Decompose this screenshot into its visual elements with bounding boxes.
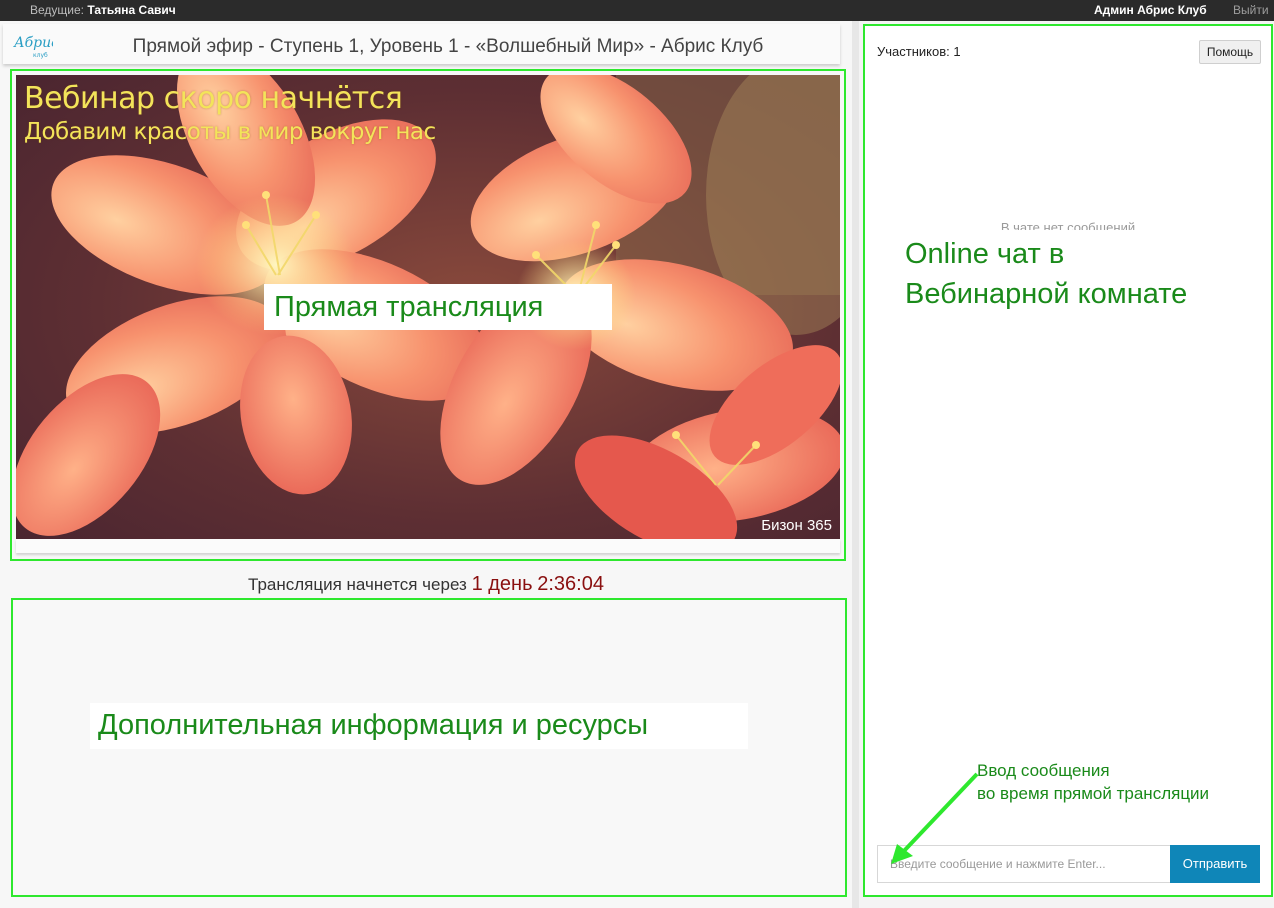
live-stream-annotation-text: Прямая трансляция — [274, 291, 544, 323]
live-stream-annotation: Прямая трансляция — [264, 284, 612, 330]
input-hint-annotation: Ввод сообщения во время прямой трансляци… — [977, 759, 1209, 805]
page-title: Прямой эфир - Ступень 1, Уровень 1 - «Во… — [132, 36, 764, 57]
column-divider — [852, 21, 859, 908]
chat-empty-message: В чате нет сообщений — [1000, 220, 1136, 230]
video-headline: Вебинар скоро начнётся — [24, 81, 403, 116]
video-watermark: Бизон 365 — [761, 517, 832, 534]
live-stream-frame: Вебинар скоро начнётся Добавим красоты в… — [10, 69, 846, 561]
help-button[interactable]: Помощь — [1199, 40, 1261, 64]
resources-annotation: Дополнительная информация и ресурсы — [90, 703, 748, 749]
countdown-days: 1 день — [471, 573, 533, 595]
current-user-name: Админ Абрис Клуб — [1094, 3, 1207, 17]
top-bar: Ведущие: Татьяна Савич Админ Абрис Клуб … — [0, 0, 1274, 21]
input-hint-line2: во время прямой трансляции — [977, 784, 1210, 803]
resources-panel: Дополнительная информация и ресурсы — [11, 598, 847, 897]
countdown-time: 2:36:04 — [537, 573, 604, 595]
chat-annotation: Online чат в Вебинарной комнате — [905, 234, 1187, 314]
host-name: Татьяна Савич — [87, 3, 176, 17]
chat-panel: Участников: 1 Помощь В чате нет сообщени… — [863, 24, 1273, 897]
broadcast-countdown: Трансляция начнется через 1 день 2:36:04 — [0, 573, 852, 596]
host-label: Ведущие: — [30, 3, 84, 17]
room-header: Абрис клуб Прямой эфир - Ступень 1, Уров… — [3, 24, 840, 64]
input-hint-line1: Ввод сообщения — [977, 761, 1110, 780]
resources-annotation-text: Дополнительная информация и ресурсы — [98, 709, 649, 741]
arrow-icon — [891, 772, 979, 864]
countdown-prefix: Трансляция начнется через — [248, 575, 467, 594]
video-controls-bar — [16, 539, 840, 553]
video-subheadline: Добавим красоты в мир вокруг нас — [24, 119, 436, 145]
host-info: Ведущие: Татьяна Савич — [30, 3, 176, 17]
chat-annotation-line1: Online чат в — [905, 238, 1065, 270]
participants-count: Участников: 1 — [877, 44, 961, 59]
main-column: Абрис клуб Прямой эфир - Ступень 1, Уров… — [0, 21, 852, 908]
send-button[interactable]: Отправить — [1170, 845, 1260, 883]
video-player[interactable]: Вебинар скоро начнётся Добавим красоты в… — [16, 75, 840, 539]
chat-annotation-line2: Вебинарной комнате — [905, 278, 1188, 310]
logout-link[interactable]: Выйти — [1233, 3, 1269, 17]
